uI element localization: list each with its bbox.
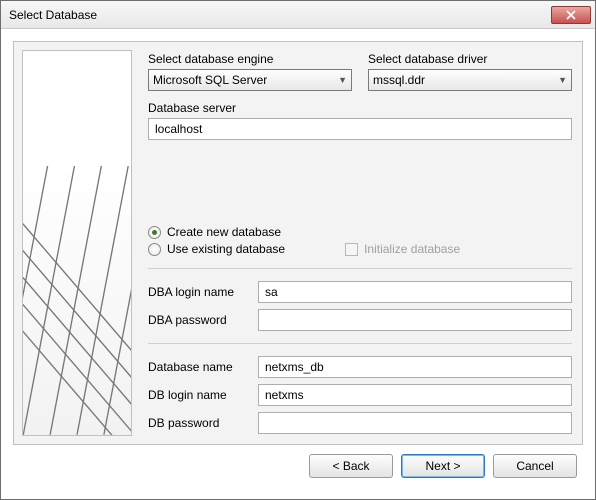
checkbox-icon — [345, 243, 358, 256]
db-password-input[interactable] — [258, 412, 572, 434]
button-row: < Back Next > Cancel — [13, 445, 583, 487]
db-login-label: DB login name — [148, 388, 248, 402]
dba-password-input[interactable] — [258, 309, 572, 331]
server-value: localhost — [155, 122, 202, 136]
engine-select[interactable]: Microsoft SQL Server ▼ — [148, 69, 352, 91]
grid-graphic-icon — [23, 166, 131, 435]
server-input[interactable]: localhost — [148, 118, 572, 140]
radio-use-existing[interactable]: Use existing database — [148, 242, 285, 256]
server-label: Database server — [148, 101, 572, 115]
radio-create-new[interactable]: Create new database — [148, 225, 281, 239]
radio-create-new-label: Create new database — [167, 225, 281, 239]
content-area: Select database engine Microsoft SQL Ser… — [1, 29, 595, 499]
db-password-label: DB password — [148, 416, 248, 430]
close-icon — [566, 10, 576, 20]
engine-select-value: Microsoft SQL Server — [153, 73, 267, 87]
db-name-input[interactable]: netxms_db — [258, 356, 572, 378]
window-title: Select Database — [9, 8, 551, 22]
db-login-input[interactable]: netxms — [258, 384, 572, 406]
dialog-window: Select Database Select — [0, 0, 596, 500]
main-panel: Select database engine Microsoft SQL Ser… — [13, 41, 583, 445]
separator — [148, 343, 572, 344]
titlebar: Select Database — [1, 1, 595, 29]
chevron-down-icon: ▼ — [338, 75, 347, 85]
db-login-value: netxms — [265, 388, 304, 402]
close-button[interactable] — [551, 6, 591, 24]
dba-login-label: DBA login name — [148, 285, 248, 299]
cancel-button[interactable]: Cancel — [493, 454, 577, 478]
dba-login-value: sa — [265, 285, 278, 299]
radio-icon — [148, 226, 161, 239]
separator — [148, 268, 572, 269]
db-name-label: Database name — [148, 360, 248, 374]
dba-login-input[interactable]: sa — [258, 281, 572, 303]
chevron-down-icon: ▼ — [558, 75, 567, 85]
init-db-label: Initialize database — [364, 242, 460, 256]
radio-icon — [148, 243, 161, 256]
radio-use-existing-label: Use existing database — [167, 242, 285, 256]
driver-label: Select database driver — [368, 52, 572, 66]
engine-label: Select database engine — [148, 52, 352, 66]
wizard-banner — [22, 50, 132, 436]
driver-select-value: mssql.ddr — [373, 73, 425, 87]
db-name-value: netxms_db — [265, 360, 324, 374]
init-db-checkbox: Initialize database — [345, 242, 460, 256]
driver-select[interactable]: mssql.ddr ▼ — [368, 69, 572, 91]
next-button[interactable]: Next > — [401, 454, 485, 478]
back-button[interactable]: < Back — [309, 454, 393, 478]
dba-password-label: DBA password — [148, 313, 248, 327]
form: Select database engine Microsoft SQL Ser… — [146, 50, 574, 436]
